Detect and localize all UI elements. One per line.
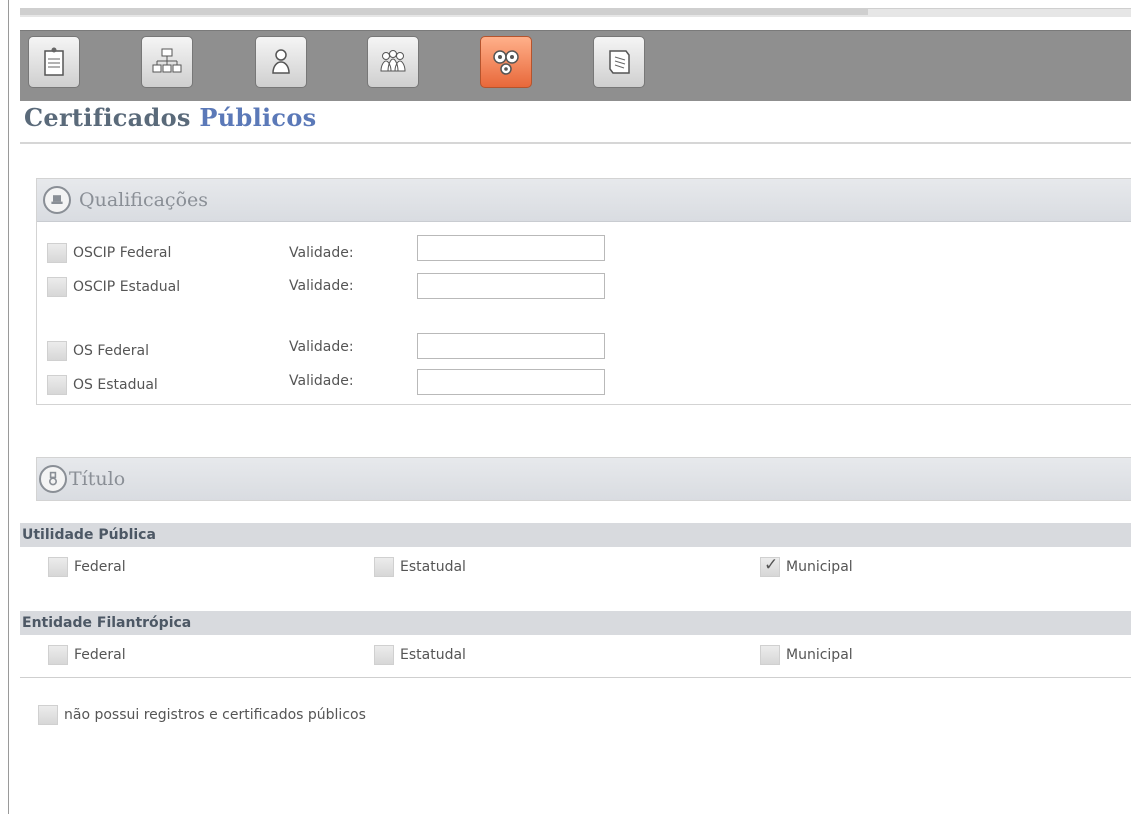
up-federal-option: Federal [48, 557, 126, 577]
left-border [8, 0, 9, 814]
os-federal-checkbox[interactable] [47, 341, 67, 361]
oscip-estadual-label: OSCIP Estadual [73, 279, 181, 295]
page-title: Certificados Públicos [24, 103, 316, 132]
org-chart-icon [152, 48, 182, 73]
qualificacao-row: OS Estadual [37, 373, 158, 397]
top-progress-strip [20, 8, 1131, 17]
group-icon [380, 50, 406, 72]
ef-federal-checkbox[interactable] [48, 645, 68, 665]
ef-municipal-option: Municipal [760, 645, 853, 665]
qualificacoes-panel: Qualificações OSCIP Federal Validade: OS… [36, 178, 1131, 405]
ef-estatudal-label: Estatudal [400, 647, 466, 663]
entidade-filantropica-row: Federal Estatudal Municipal [20, 637, 1131, 675]
document-icon [44, 47, 64, 76]
toolbar-person-button[interactable] [255, 36, 307, 88]
no-records-checkbox[interactable] [38, 705, 58, 725]
up-municipal-option: Municipal [760, 555, 853, 577]
no-records-option: não possui registros e certificados públ… [38, 705, 366, 725]
progress-fill [20, 9, 868, 15]
page-title-part2: Públicos [199, 103, 317, 132]
page-title-part1: Certificados [24, 103, 191, 132]
os-estadual-validade-input[interactable] [417, 369, 605, 395]
up-estatudal-option: Estatudal [374, 557, 466, 577]
oscip-estadual-checkbox[interactable] [47, 277, 67, 297]
titulo-title: Título [69, 468, 126, 490]
toolbar-document-button[interactable] [28, 36, 80, 88]
validade-label: Validade: [289, 339, 354, 355]
no-records-label: não possui registros e certificados públ… [64, 707, 366, 723]
ef-municipal-label: Municipal [786, 647, 853, 663]
award-icon [43, 186, 71, 214]
up-federal-label: Federal [74, 559, 126, 575]
toolbar-org-chart-button[interactable] [141, 36, 193, 88]
up-federal-checkbox[interactable] [48, 557, 68, 577]
up-municipal-checkbox[interactable] [760, 555, 780, 577]
qualificacao-row: OS Federal [37, 339, 149, 363]
up-estatudal-checkbox[interactable] [374, 557, 394, 577]
ef-estatudal-option: Estatudal [374, 645, 466, 665]
validade-label: Validade: [289, 373, 354, 389]
person-icon [272, 49, 290, 74]
qualificacao-row: OSCIP Federal [37, 241, 171, 265]
qualificacoes-header: Qualificações [37, 179, 1131, 222]
utilidade-publica-bar: Utilidade Pública [20, 523, 1131, 547]
ef-federal-label: Federal [74, 647, 126, 663]
toolbar-scroll-button[interactable] [593, 36, 645, 88]
validade-label: Validade: [289, 278, 354, 294]
ef-estatudal-checkbox[interactable] [374, 645, 394, 665]
qualificacao-row: OSCIP Estadual [37, 275, 180, 299]
title-divider [20, 142, 1131, 144]
entidade-filantropica-bar: Entidade Filantrópica [20, 611, 1131, 635]
up-municipal-label: Municipal [786, 559, 853, 575]
utilidade-publica-row: Federal Estatudal Municipal [20, 549, 1131, 587]
gears-icon [493, 50, 519, 75]
validade-label: Validade: [289, 245, 354, 261]
qualificacoes-title: Qualificações [79, 189, 209, 211]
os-federal-validade-input[interactable] [417, 333, 605, 359]
toolbar-gears-button[interactable] [480, 36, 532, 88]
ef-municipal-checkbox[interactable] [760, 645, 780, 665]
up-estatudal-label: Estatudal [400, 559, 466, 575]
medal-icon [39, 465, 67, 493]
os-federal-label: OS Federal [73, 343, 149, 359]
oscip-federal-validade-input[interactable] [417, 235, 605, 261]
main-toolbar [20, 30, 1131, 101]
oscip-estadual-validade-input[interactable] [417, 273, 605, 299]
oscip-federal-label: OSCIP Federal [73, 245, 172, 261]
os-estadual-label: OS Estadual [73, 377, 158, 393]
ef-federal-option: Federal [48, 645, 126, 665]
scroll-icon [609, 50, 630, 74]
titulo-grid: Utilidade Pública Federal Estatudal Muni… [20, 523, 1131, 678]
titulo-header: Título [36, 457, 1131, 501]
os-estadual-checkbox[interactable] [47, 375, 67, 395]
oscip-federal-checkbox[interactable] [47, 243, 67, 263]
toolbar-group-button[interactable] [367, 36, 419, 88]
